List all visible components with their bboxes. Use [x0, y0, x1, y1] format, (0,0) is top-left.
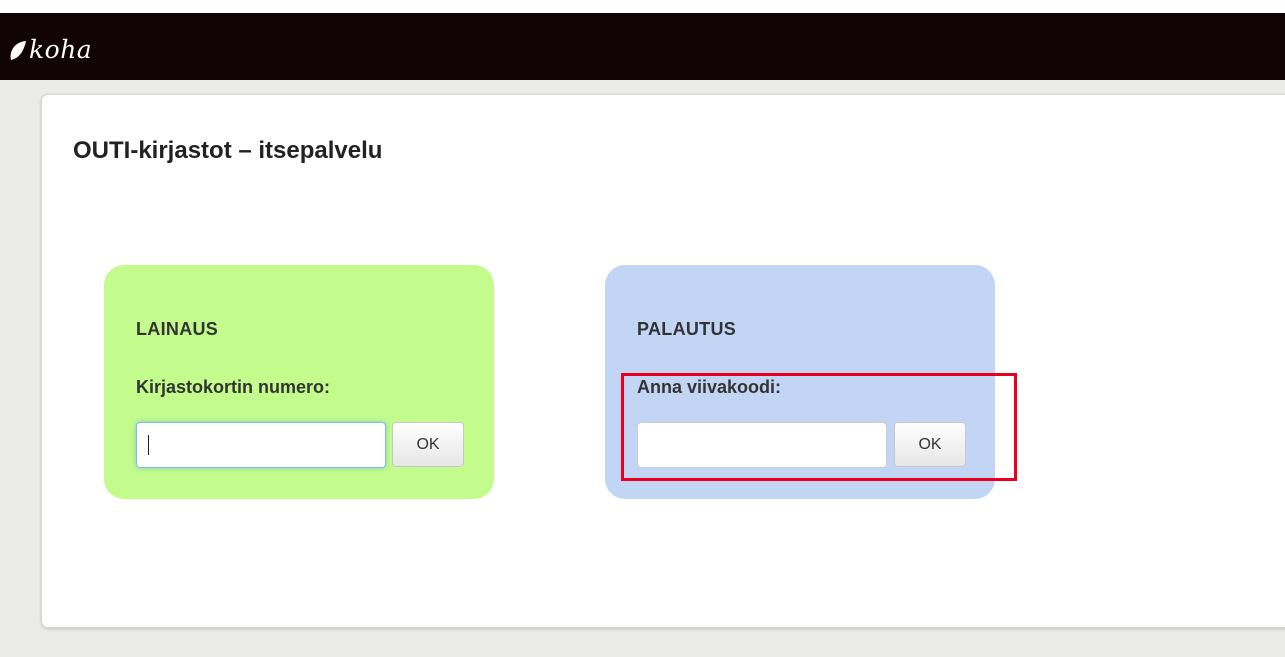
card-number-label: Kirjastokortin numero: [136, 377, 331, 397]
page-title: OUTI-kirjastot – itsepalvelu [73, 137, 383, 164]
checkout-panel: LAINAUS Kirjastokortin numero: OK [104, 265, 494, 499]
checkout-heading: LAINAUS [136, 319, 219, 339]
highlight-annotation-box [621, 373, 1017, 481]
koha-leaf-icon [10, 40, 26, 60]
checkin-heading: PALAUTUS [637, 319, 737, 339]
card-number-input[interactable] [136, 422, 386, 468]
koha-logo[interactable]: koha [8, 35, 92, 64]
navbar: koha [0, 13, 1285, 80]
top-strip [0, 0, 1285, 13]
logo-text: koha [29, 35, 93, 64]
text-caret [148, 435, 149, 455]
checkout-ok-button[interactable]: OK [392, 422, 464, 467]
